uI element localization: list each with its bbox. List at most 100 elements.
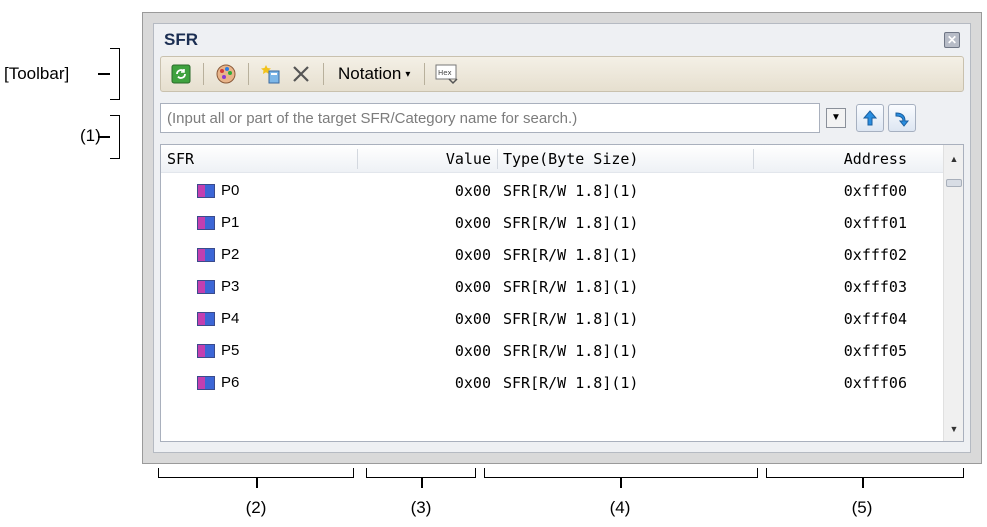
table-row[interactable]: P0 0x00 SFR[R/W 1.8](1) 0xfff00 — [161, 175, 943, 207]
sfr-name-cell: P0 — [197, 175, 387, 207]
header-value[interactable]: Value — [361, 145, 491, 173]
type-cell: SFR[R/W 1.8](1) — [503, 182, 639, 200]
sfr-table: SFR Value Type(Byte Size) Address P0 0x0… — [160, 144, 964, 442]
type-column-callout: (4) — [609, 498, 631, 517]
arrow-down-icon — [895, 112, 910, 127]
search-previous-button[interactable] — [856, 104, 884, 132]
toolbar-separator — [424, 63, 426, 85]
type-column-bracket — [484, 468, 758, 478]
value-cell[interactable]: 0x00 — [361, 239, 491, 271]
notation-label: Notation — [338, 64, 402, 83]
sfr-name: P4 — [221, 310, 240, 327]
sfr-name: P6 — [221, 374, 240, 391]
toolbar-callout-tick — [98, 73, 110, 75]
register-icon — [197, 344, 215, 358]
type-column-tick — [620, 478, 622, 488]
sfr-name: P2 — [221, 246, 240, 263]
sfr-name: P0 — [221, 182, 240, 199]
notation-dropdown[interactable]: Notation ▾ — [334, 64, 414, 84]
sfr-name: P5 — [221, 342, 240, 359]
toolbar-separator — [323, 63, 324, 85]
header-separator[interactable] — [497, 149, 498, 169]
value-cell[interactable]: 0x00 — [361, 335, 491, 367]
register-icon — [197, 216, 215, 230]
delete-icon[interactable] — [289, 62, 313, 86]
close-icon[interactable]: ✕ — [944, 32, 960, 48]
sfr-name-cell: P1 — [197, 207, 387, 239]
address-column-tick — [862, 478, 864, 488]
search-input[interactable] — [160, 103, 820, 133]
sfr-column-tick — [256, 478, 258, 488]
hex-display-icon[interactable]: Hex — [435, 62, 459, 86]
toolbar-separator — [248, 63, 249, 85]
panel-title: SFR — [164, 30, 198, 49]
value-column-bracket — [366, 468, 476, 478]
header-address[interactable]: Address — [757, 145, 907, 173]
type-cell: SFR[R/W 1.8](1) — [503, 342, 639, 360]
vertical-scrollbar[interactable]: ▲ ▼ — [943, 145, 963, 441]
type-cell: SFR[R/W 1.8](1) — [503, 310, 639, 328]
sfr-column-bracket — [158, 468, 354, 478]
address-cell: 0xfff02 — [843, 246, 907, 264]
header-separator[interactable] — [357, 149, 358, 169]
sfr-name: P1 — [221, 214, 240, 231]
value-cell[interactable]: 0x00 — [361, 303, 491, 335]
table-row[interactable]: P3 0x00 SFR[R/W 1.8](1) 0xfff03 — [161, 271, 943, 303]
address-cell: 0xfff06 — [843, 374, 907, 392]
table-body: P0 0x00 SFR[R/W 1.8](1) 0xfff00 P1 0x00 … — [161, 175, 943, 399]
search-history-dropdown[interactable]: ▼ — [826, 108, 846, 128]
register-icon — [197, 280, 215, 294]
scroll-thumb[interactable] — [946, 179, 962, 187]
type-cell: SFR[R/W 1.8](1) — [503, 278, 639, 296]
address-cell: 0xfff05 — [843, 342, 907, 360]
value-cell[interactable]: 0x00 — [361, 175, 491, 207]
chevron-down-icon: ▾ — [405, 68, 411, 80]
search-row: ▼ — [160, 100, 964, 136]
register-icon — [197, 248, 215, 262]
type-cell: SFR[R/W 1.8](1) — [503, 374, 639, 392]
toolbar-callout-bracket — [110, 48, 120, 100]
scroll-up-icon[interactable]: ▲ — [944, 151, 964, 167]
search-next-button[interactable] — [888, 104, 916, 132]
address-column-bracket — [766, 468, 964, 478]
hex-icon-text: Hex — [438, 69, 452, 77]
header-type[interactable]: Type(Byte Size) — [503, 145, 753, 173]
search-callout-bracket — [110, 115, 120, 159]
address-cell: 0xfff01 — [843, 214, 907, 232]
title-bar: SFR ✕ — [154, 24, 970, 54]
color-palette-icon[interactable] — [214, 62, 238, 86]
header-separator[interactable] — [753, 149, 754, 169]
scroll-down-icon[interactable]: ▼ — [944, 421, 964, 437]
sfr-name-cell: P3 — [197, 271, 387, 303]
type-cell: SFR[R/W 1.8](1) — [503, 214, 639, 232]
register-icon — [197, 184, 215, 198]
address-cell: 0xfff00 — [843, 182, 907, 200]
table-row[interactable]: P4 0x00 SFR[R/W 1.8](1) 0xfff04 — [161, 303, 943, 335]
search-callout-tick — [98, 136, 110, 138]
arrow-up-icon — [862, 110, 878, 126]
table-row[interactable]: P1 0x00 SFR[R/W 1.8](1) 0xfff01 — [161, 207, 943, 239]
new-category-icon[interactable] — [259, 62, 283, 86]
refresh-icon[interactable] — [169, 62, 193, 86]
value-cell[interactable]: 0x00 — [361, 271, 491, 303]
table-row[interactable]: P5 0x00 SFR[R/W 1.8](1) 0xfff05 — [161, 335, 943, 367]
toolbar-separator — [203, 63, 204, 85]
address-cell: 0xfff04 — [843, 310, 907, 328]
sfr-name-cell: P2 — [197, 239, 387, 271]
header-sfr[interactable]: SFR — [167, 145, 357, 173]
toolbar-callout-label: [Toolbar] — [4, 64, 70, 83]
table-row[interactable]: P2 0x00 SFR[R/W 1.8](1) 0xfff02 — [161, 239, 943, 271]
register-icon — [197, 312, 215, 326]
table-row[interactable]: P6 0x00 SFR[R/W 1.8](1) 0xfff06 — [161, 367, 943, 399]
sfr-column-callout: (2) — [245, 498, 267, 517]
value-cell[interactable]: 0x00 — [361, 207, 491, 239]
value-cell[interactable]: 0x00 — [361, 367, 491, 399]
sfr-name: P3 — [221, 278, 240, 295]
table-header: SFR Value Type(Byte Size) Address — [161, 145, 943, 173]
address-cell: 0xfff03 — [843, 278, 907, 296]
sfr-panel: SFR ✕ Notation ▾ Hex (Input all or part … — [142, 12, 982, 464]
type-cell: SFR[R/W 1.8](1) — [503, 246, 639, 264]
toolbar: Notation ▾ Hex — [160, 56, 964, 92]
sfr-name-cell: P4 — [197, 303, 387, 335]
sfr-name-cell: P6 — [197, 367, 387, 399]
